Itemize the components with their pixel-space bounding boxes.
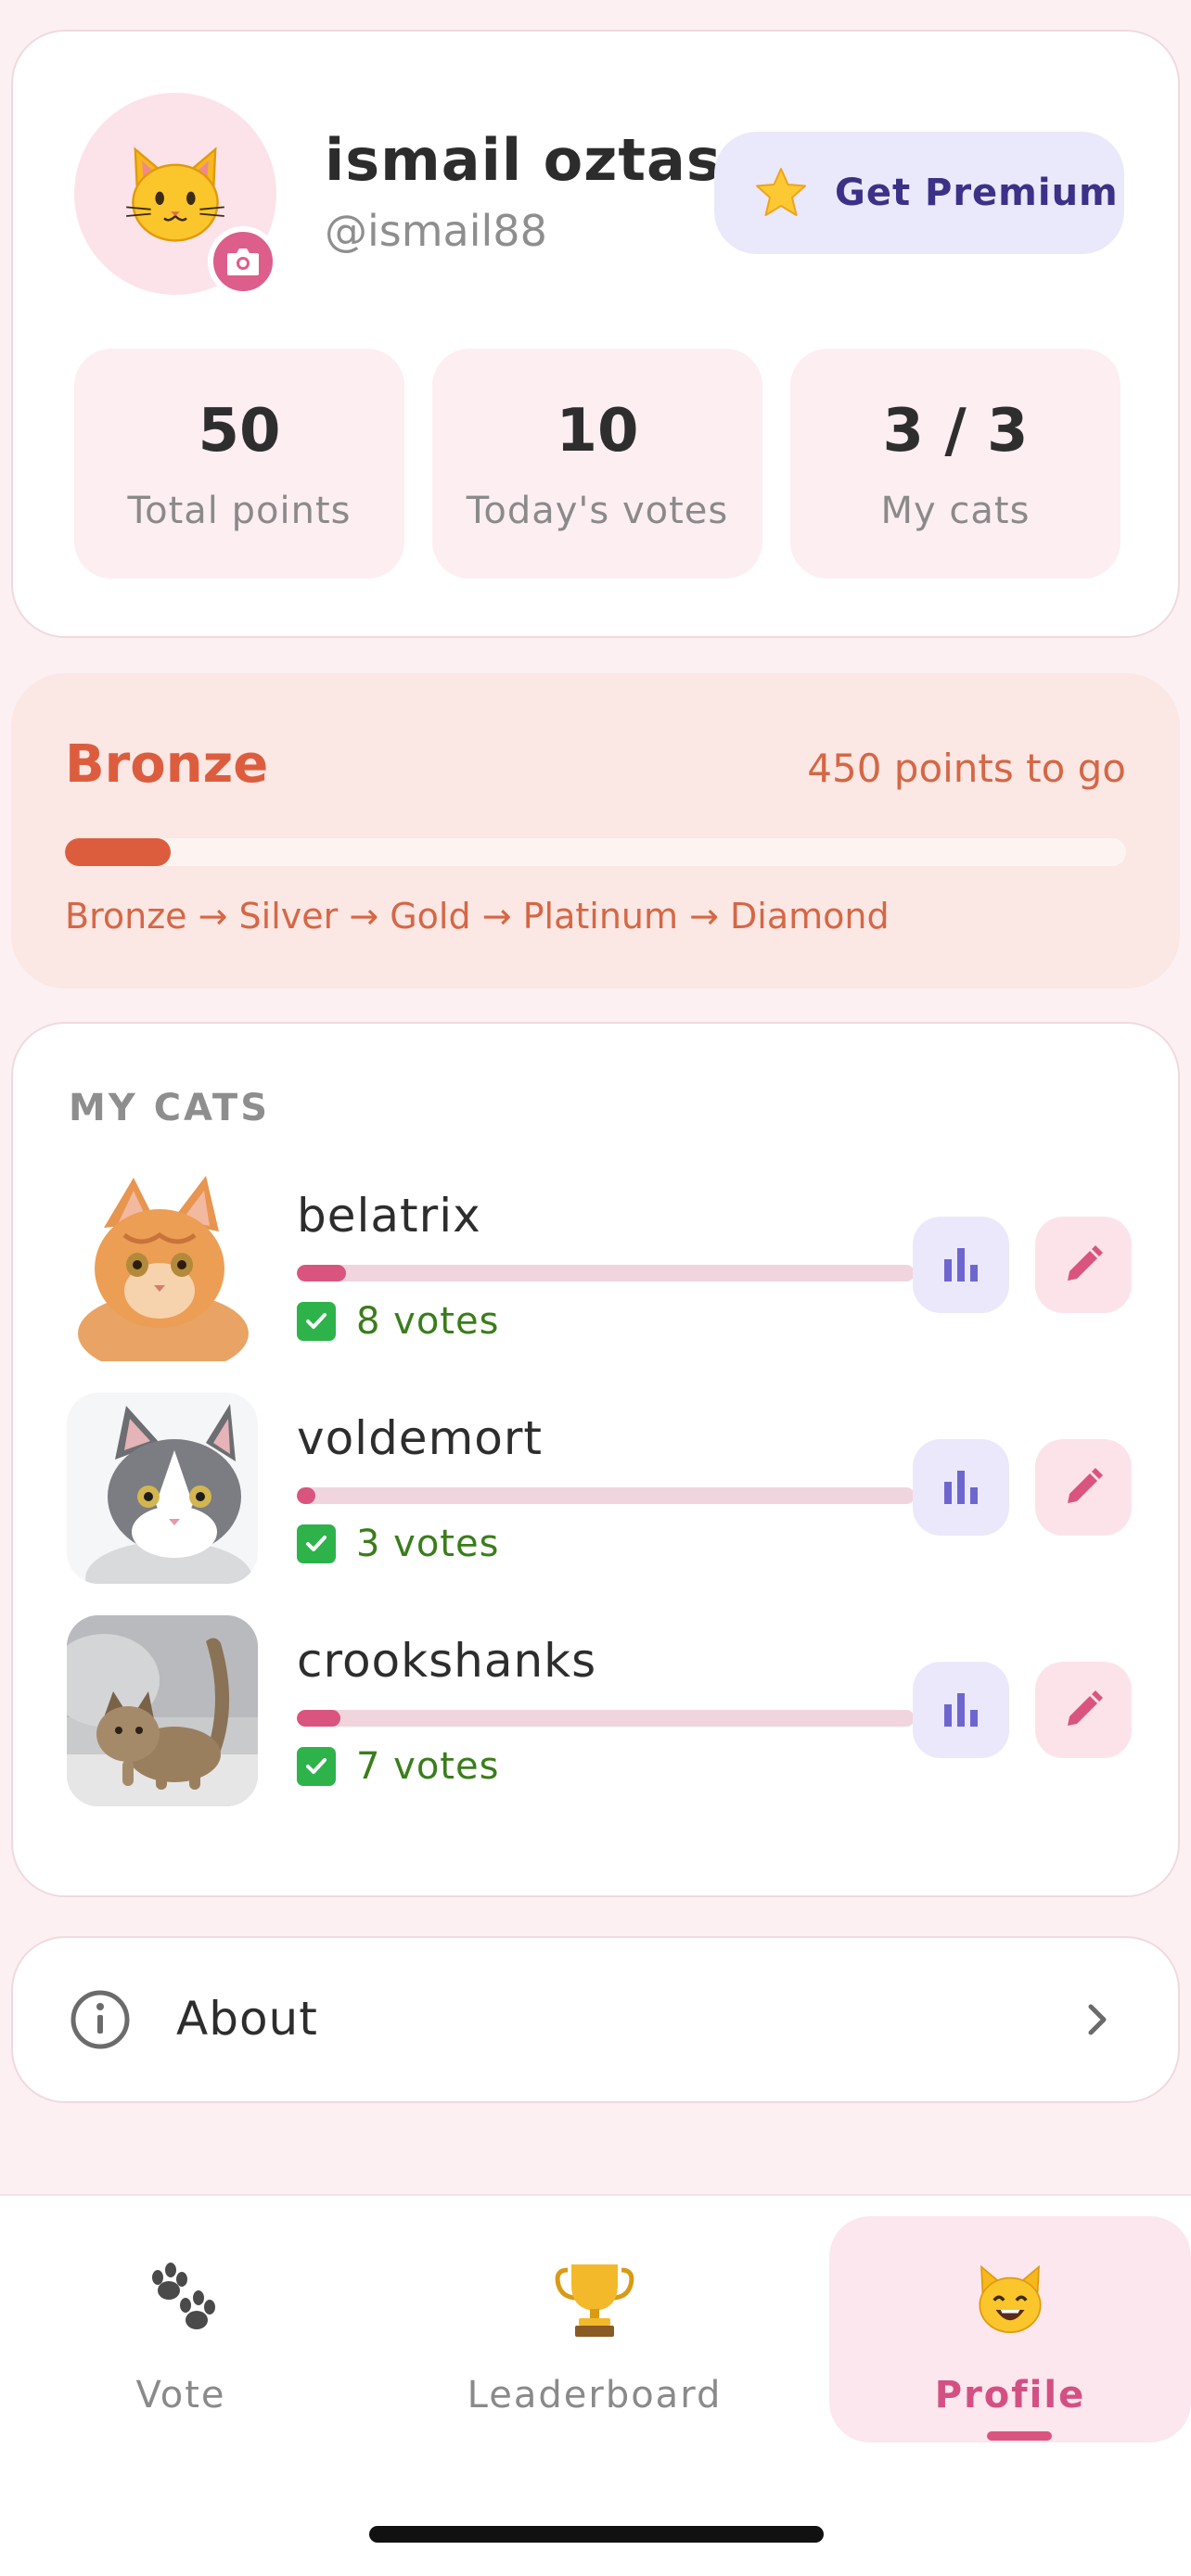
cat-vote-progress-fill (297, 1710, 340, 1727)
user-handle: @ismail88 (325, 206, 547, 256)
cat-edit-button[interactable] (1035, 1439, 1132, 1536)
cat-name: belatrix (297, 1189, 481, 1243)
cat-votes: 8 votes (297, 1300, 499, 1343)
stat-todays-votes: 10 Today's votes (432, 349, 762, 579)
change-photo-button[interactable] (208, 226, 278, 297)
rank-tier-path: Bronze → Silver → Gold → Platinum → Diam… (65, 896, 890, 937)
rank-progress-bar (65, 838, 1126, 866)
cat-row: belatrix 8 votes (13, 1170, 1178, 1361)
nav-label: Vote (135, 2374, 226, 2417)
stat-total-points: 50 Total points (74, 349, 404, 579)
bar-chart-icon (944, 1693, 978, 1727)
cat-edit-button[interactable] (1035, 1662, 1132, 1758)
nav-item-profile[interactable]: Profile (829, 2216, 1191, 2442)
rank-card: Bronze 450 points to go Bronze → Silver … (11, 673, 1180, 988)
cat-row: voldemort 3 votes (13, 1393, 1178, 1584)
user-name: ismail oztas (325, 126, 722, 194)
cat-vote-progress-bar (297, 1710, 915, 1727)
stat-label: My cats (880, 490, 1031, 532)
star-icon (756, 168, 806, 216)
check-mark-icon (297, 1524, 336, 1563)
pencil-icon (1068, 1245, 1103, 1281)
rank-progress-fill (65, 838, 172, 866)
profile-card: ismail oztas @ismail88 Get Premium 50 To… (11, 30, 1180, 638)
check-mark-icon (297, 1747, 336, 1786)
camera-icon (227, 249, 259, 275)
about-label: About (176, 1992, 318, 2046)
cat-photo-belatrix[interactable] (67, 1170, 258, 1361)
pencil-icon (1068, 1690, 1103, 1726)
cat-vote-progress-fill (297, 1487, 315, 1504)
rank-points-remaining: 450 points to go (807, 746, 1126, 791)
stat-my-cats: 3 / 3 My cats (790, 349, 1121, 579)
rank-name: Bronze (65, 734, 269, 795)
cat-name: voldemort (297, 1411, 544, 1465)
cat-name: crookshanks (297, 1634, 597, 1688)
home-indicator (369, 2526, 824, 2543)
nav-label: Leaderboard (467, 2374, 723, 2417)
bar-chart-icon (944, 1248, 978, 1282)
stat-value: 50 (198, 397, 281, 465)
chevron-right-icon (1088, 2004, 1107, 2035)
cat-stats-button[interactable] (913, 1662, 1009, 1758)
cat-vote-progress-bar (297, 1487, 915, 1504)
stat-value: 10 (556, 397, 639, 465)
active-tab-indicator (987, 2431, 1052, 2441)
get-premium-button[interactable]: Get Premium (714, 132, 1124, 254)
cat-votes-count: 8 votes (356, 1300, 500, 1343)
cat-vote-progress-bar (297, 1265, 915, 1282)
cat-stats-button[interactable] (913, 1217, 1009, 1313)
stat-label: Today's votes (466, 490, 729, 532)
paw-prints-icon (0, 2257, 362, 2340)
nav-item-vote[interactable]: Vote (0, 2216, 362, 2442)
cat-votes-count: 3 votes (356, 1523, 500, 1565)
trophy-icon (414, 2257, 775, 2340)
cat-edit-button[interactable] (1035, 1217, 1132, 1313)
get-premium-label: Get Premium (835, 172, 1119, 214)
cat-vote-progress-fill (297, 1265, 347, 1282)
nav-item-leaderboard[interactable]: Leaderboard (414, 2216, 775, 2442)
check-mark-icon (297, 1302, 336, 1341)
stat-label: Total points (127, 490, 352, 532)
stat-value: 3 / 3 (882, 397, 1029, 465)
cat-votes: 7 votes (297, 1745, 499, 1788)
bottom-navigation: Vote Leaderboard Profile (0, 2194, 1191, 2576)
pencil-icon (1068, 1468, 1103, 1503)
section-title: MY CATS (69, 1087, 270, 1129)
cat-photo-voldemort[interactable] (67, 1393, 258, 1584)
cat-photo-crookshanks[interactable] (67, 1615, 258, 1806)
smiling-cat-icon (829, 2257, 1191, 2340)
about-row[interactable]: About (11, 1936, 1180, 2103)
cat-row: crookshanks 7 votes (13, 1615, 1178, 1806)
bar-chart-icon (944, 1471, 978, 1504)
info-icon (70, 1990, 130, 2049)
cat-votes: 3 votes (297, 1523, 499, 1565)
my-cats-card: MY CATS belatrix 8 votes voldemort 3 vot… (11, 1022, 1180, 1897)
cat-stats-button[interactable] (913, 1439, 1009, 1536)
nav-label: Profile (934, 2374, 1086, 2417)
cat-votes-count: 7 votes (356, 1745, 500, 1788)
